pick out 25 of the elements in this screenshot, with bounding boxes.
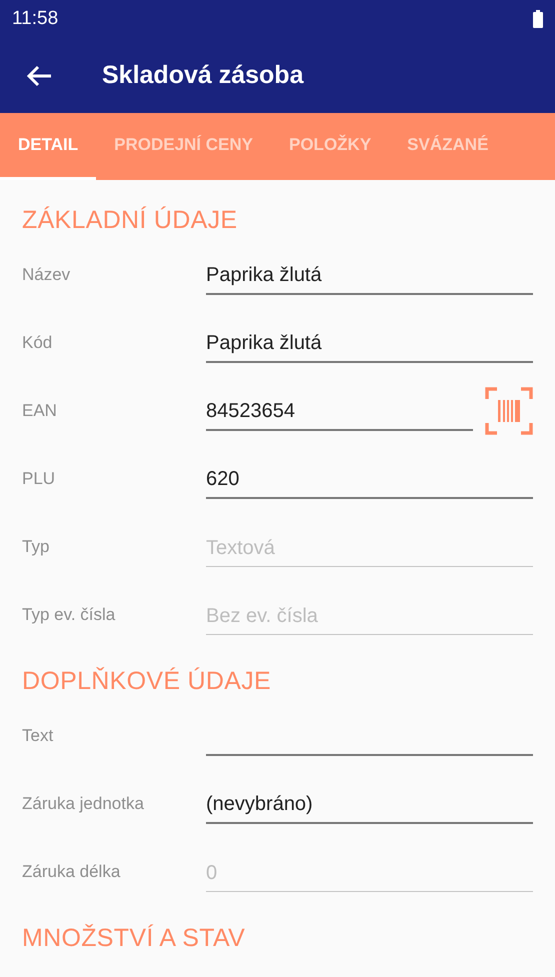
tab[interactable]: PRODEJNÍ CENY (96, 113, 271, 180)
field-label: Kód (22, 333, 54, 354)
field-label: Typ (22, 537, 50, 558)
field-label: Typ ev. čísla (22, 605, 116, 626)
tab[interactable]: DETAIL (0, 113, 96, 180)
section-heading: ZÁKLADNÍ ÚDAJE (22, 205, 238, 236)
tab[interactable]: POLOŽKY (271, 113, 390, 180)
field-label: PLU (22, 469, 56, 490)
battery-icon (533, 10, 543, 28)
barcode-scan-button[interactable] (485, 387, 533, 435)
field-label: Záruka jednotka (22, 794, 145, 815)
input-field[interactable]: 84523654 (206, 393, 473, 431)
section-heading: DOPLŇKOVÉ ÚDAJE (22, 666, 272, 697)
tab[interactable]: SVÁZANÉ (389, 113, 506, 180)
field-label: Text (22, 726, 54, 747)
field-label: Záruka délka (22, 862, 122, 883)
input-field[interactable]: 620 (206, 461, 533, 499)
field-label: Název (22, 265, 72, 286)
field-label: EAN (22, 401, 58, 422)
status-time: 11:58 (12, 8, 58, 30)
section-heading: MNOŽSTVÍ A STAV (22, 923, 246, 954)
input-field[interactable]: (nevybráno) (206, 786, 533, 824)
input-field[interactable]: Paprika žlutá (206, 325, 533, 363)
screen-title: Skladová zásoba (102, 61, 304, 90)
input-field[interactable]: Paprika žlutá (206, 257, 533, 295)
